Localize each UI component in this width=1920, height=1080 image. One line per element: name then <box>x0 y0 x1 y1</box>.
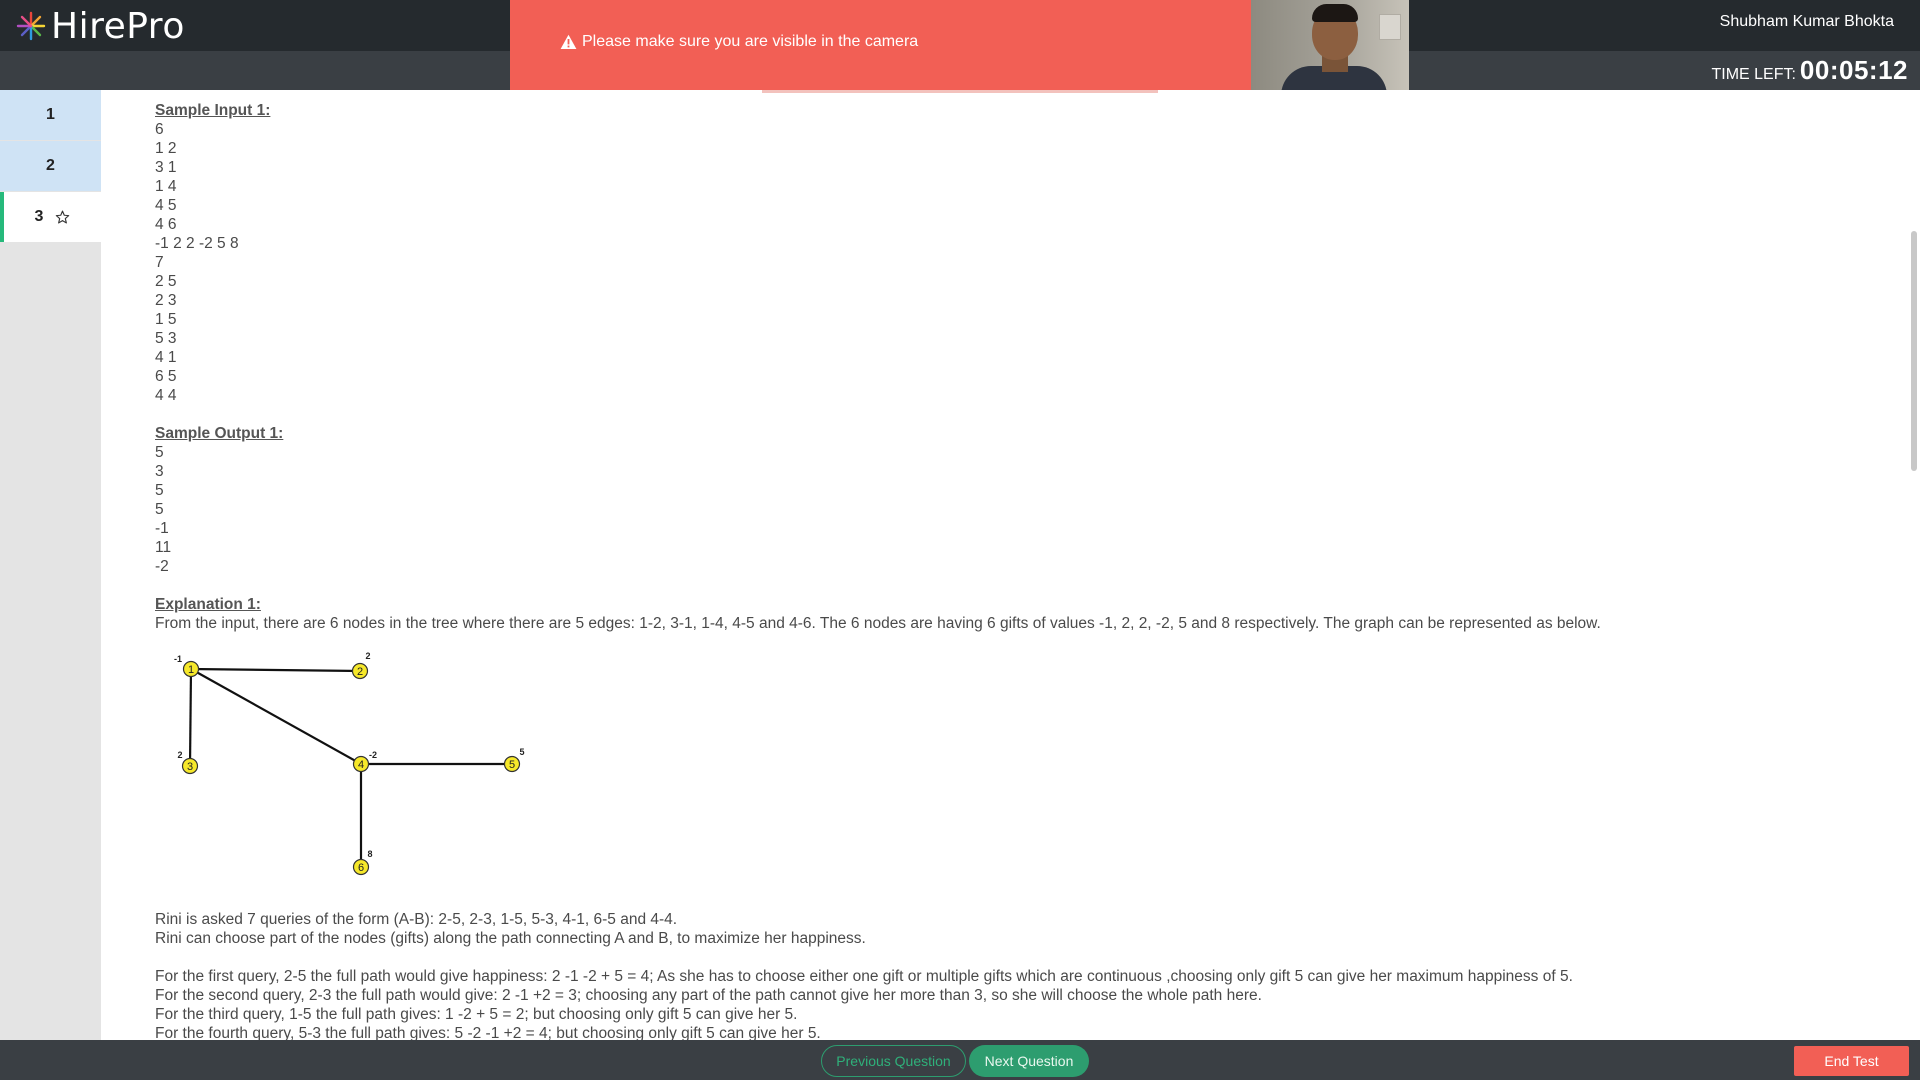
content-scrollbar[interactable] <box>1911 231 1917 471</box>
node-value-1: -1 <box>174 654 182 664</box>
alert-message: Please make sure you are visible in the … <box>582 33 919 50</box>
queries-line: Rini is asked 7 queries of the form (A-B… <box>155 911 678 928</box>
node-id-6: 6 <box>358 862 364 874</box>
question-sidebar: 1 2 3 <box>0 90 101 1040</box>
previous-question-button[interactable]: Previous Question <box>821 1045 966 1077</box>
end-test-button[interactable]: End Test <box>1794 1046 1909 1076</box>
node-id-5: 5 <box>509 759 515 771</box>
time-left: TIME LEFT: 00:05:12 <box>1711 55 1908 86</box>
user-name: Shubham Kumar Bhokta <box>1719 13 1894 30</box>
webcam-preview <box>1251 0 1409 90</box>
graph-node: 3 2 <box>177 750 199 775</box>
graph-node: 5 5 <box>503 747 525 773</box>
node-value-3: 2 <box>177 750 182 760</box>
sample-input-line: 7 <box>155 254 164 271</box>
bottom-bar: Previous Question Next Question End Test <box>0 1040 1920 1080</box>
question-content: Sample Input 1: 6 1 2 3 1 1 4 4 5 4 6 -1… <box>155 101 1895 1040</box>
edge-1-3 <box>188 668 193 767</box>
graph-node: 2 2 <box>351 651 371 680</box>
logo-burst-icon <box>16 11 46 41</box>
node-id-2: 2 <box>357 666 363 678</box>
node-id-1: 1 <box>188 664 194 676</box>
sample-input-line: 1 2 <box>155 140 177 157</box>
sample-input-line: 2 5 <box>155 273 177 290</box>
query-explanation: For the third query, 1-5 the full path g… <box>155 1006 798 1023</box>
question-number: 1 <box>46 106 55 123</box>
graph-node: 1 -1 <box>174 654 200 678</box>
alert-underline <box>762 90 1158 93</box>
sample-output-line: 5 <box>155 444 164 461</box>
question-nav-item[interactable]: 2 <box>0 141 101 191</box>
sample-input-line: -1 2 2 -2 5 8 <box>155 235 239 252</box>
sample-output-line: -2 <box>155 558 169 575</box>
query-explanation: For the first query, 2-5 the full path w… <box>155 968 1573 985</box>
node-value-4: -2 <box>369 750 377 760</box>
sample-input-line: 6 5 <box>155 368 177 385</box>
node-id-3: 3 <box>187 761 193 773</box>
node-id-4: 4 <box>358 759 364 771</box>
node-value-5: 5 <box>519 747 524 757</box>
choose-line: Rini can choose part of the nodes (gifts… <box>155 930 866 947</box>
sample-input-line: 4 5 <box>155 197 177 214</box>
camera-alert: Please make sure you are visible in the … <box>510 0 1252 90</box>
sample-input-heading: Sample Input 1: <box>155 102 271 119</box>
question-nav-item[interactable]: 1 <box>0 90 101 140</box>
sample-input-line: 3 1 <box>155 159 177 176</box>
graph-node: 6 8 <box>352 849 373 876</box>
query-explanation: For the second query, 2-3 the full path … <box>155 987 1262 1004</box>
question-number: 2 <box>46 157 55 174</box>
node-value-2: 2 <box>365 651 370 661</box>
question-nav-item-current[interactable]: 3 <box>0 192 101 242</box>
sample-output-line: 5 <box>155 501 164 518</box>
sample-input-line: 5 3 <box>155 330 177 347</box>
sample-input-line: 6 <box>155 121 164 138</box>
query-explanation: For the fourth query, 5-3 the full path … <box>155 1025 821 1040</box>
sample-input-line: 4 6 <box>155 216 177 233</box>
explanation-heading: Explanation 1: <box>155 596 261 613</box>
sample-output-line: 3 <box>155 463 164 480</box>
sample-output-line: 5 <box>155 482 164 499</box>
graph-node: 4 -2 <box>352 750 377 773</box>
edge-1-4 <box>190 668 362 765</box>
sample-input-line: 1 4 <box>155 178 177 195</box>
question-number: 3 <box>34 208 44 225</box>
node-value-6: 8 <box>367 849 372 859</box>
sample-input-line: 4 4 <box>155 387 177 404</box>
explanation-intro: From the input, there are 6 nodes in the… <box>155 615 1601 632</box>
sample-output-heading: Sample Output 1: <box>155 425 284 442</box>
edge-1-2 <box>190 667 361 673</box>
sample-input-line: 4 1 <box>155 349 177 366</box>
next-question-button[interactable]: Next Question <box>969 1045 1089 1077</box>
hirepro-logo: HirePro <box>14 4 185 48</box>
logo-text: HirePro <box>51 5 185 47</box>
time-left-label: TIME LEFT: <box>1711 66 1796 83</box>
time-left-value: 00:05:12 <box>1799 55 1908 85</box>
sample-input-line: 1 5 <box>155 311 177 328</box>
tree-graph-diagram: 1 -1 2 2 3 2 4 -2 5 5 6 8 <box>174 651 525 876</box>
warning-icon <box>560 34 577 49</box>
sample-output-line: 11 <box>155 539 172 556</box>
sample-input-line: 2 3 <box>155 292 177 309</box>
star-icon[interactable] <box>55 210 70 225</box>
sample-output-line: -1 <box>155 520 169 537</box>
